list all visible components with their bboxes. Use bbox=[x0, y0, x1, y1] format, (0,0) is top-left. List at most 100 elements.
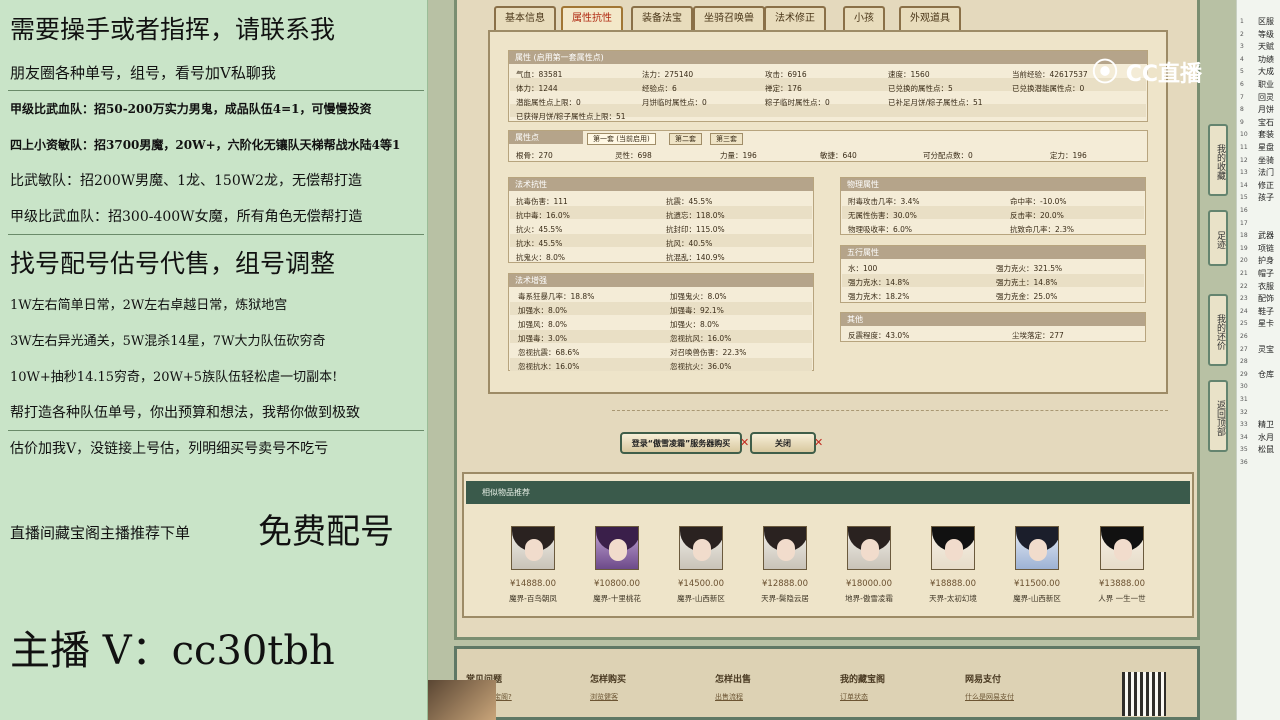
footer-heading: 网易支付 bbox=[965, 675, 1002, 685]
recommend-item[interactable]: ¥10800.00 魔界-十里桃花 bbox=[577, 526, 657, 604]
sheet-row-number: 10 bbox=[1240, 131, 1248, 139]
recommend-item[interactable]: ¥13888.00 人界 一生一世 bbox=[1082, 526, 1162, 604]
sheet-row-number: 14 bbox=[1240, 181, 1248, 189]
recommend-item[interactable]: ¥18000.00 地界-傲雪凌霜 bbox=[829, 526, 909, 604]
stat-zen: 禅定：176 bbox=[765, 84, 802, 93]
item-server: 魔界-十里桃花 bbox=[593, 594, 641, 603]
subtab-set-3[interactable]: 第三套 bbox=[710, 133, 743, 145]
sheet-row-number: 28 bbox=[1240, 358, 1248, 366]
sheet-cell[interactable]: 项链 bbox=[1258, 243, 1274, 254]
sheet-cell[interactable]: 孩子 bbox=[1258, 192, 1274, 203]
tab-spells[interactable]: 法术修正 bbox=[764, 6, 826, 30]
element-cell: 强力克火：321.5% bbox=[996, 264, 1063, 273]
tab-appearance[interactable]: 外观道具 bbox=[899, 6, 961, 30]
sheet-row-number: 13 bbox=[1240, 169, 1248, 177]
sheet-row-number: 12 bbox=[1240, 156, 1248, 164]
recommend-item[interactable]: ¥12888.00 天界-鬓隐云居 bbox=[745, 526, 825, 604]
tab-mounts[interactable]: 坐骑召唤兽 bbox=[693, 6, 765, 30]
sheet-row-number: 9 bbox=[1240, 118, 1244, 126]
sheet-row-number: 18 bbox=[1240, 232, 1248, 240]
my-favorites-button[interactable]: 我的收藏 bbox=[1208, 124, 1228, 196]
stat-stamina: 体力：1244 bbox=[516, 84, 558, 93]
qr-code bbox=[1122, 672, 1166, 716]
sheet-row-number: 30 bbox=[1240, 383, 1248, 391]
stat-exp: 当前经验：42617537 bbox=[1012, 70, 1088, 79]
character-avatar bbox=[511, 526, 555, 570]
tab-child[interactable]: 小孩 bbox=[843, 6, 885, 30]
element-cell: 强力克金：25.0% bbox=[996, 292, 1058, 301]
recommend-item[interactable]: ¥14888.00 魔界-百鸟朝凤 bbox=[493, 526, 573, 604]
sheet-cell[interactable]: 修正 bbox=[1258, 180, 1274, 191]
recommend-item[interactable]: ¥11500.00 魔界-山西新区 bbox=[997, 526, 1077, 604]
sheet-cell[interactable]: 回灵 bbox=[1258, 92, 1274, 103]
sheet-cell[interactable]: 衣服 bbox=[1258, 281, 1274, 292]
sheet-row-number: 11 bbox=[1240, 144, 1248, 151]
logo-text: CC直播 bbox=[1125, 62, 1202, 87]
sheet-row-number: 4 bbox=[1240, 55, 1244, 63]
sheet-row-number: 29 bbox=[1240, 370, 1248, 378]
footer-link[interactable]: 浏览健客 bbox=[590, 692, 618, 702]
footer-heading: 怎样购买 bbox=[590, 675, 627, 685]
buy-on-server-button[interactable]: 登录“傲雪凌霜”服务器购买 bbox=[620, 432, 742, 454]
sheet-cell[interactable]: 星盘 bbox=[1258, 142, 1274, 153]
my-offers-button[interactable]: 我的还价 bbox=[1208, 294, 1228, 366]
tab-equipment[interactable]: 装备法宝 bbox=[631, 6, 693, 30]
close-button[interactable]: 关闭 bbox=[750, 432, 816, 454]
subtab-set-2[interactable]: 第二套 bbox=[669, 133, 702, 145]
sheet-cell[interactable]: 配饰 bbox=[1258, 293, 1274, 304]
recommend-item[interactable]: ¥18888.00 天界-太初幻境 bbox=[913, 526, 993, 604]
footprint-button[interactable]: 足迹 bbox=[1208, 210, 1228, 266]
subtab-set-1[interactable]: 第一套 (当前启用) bbox=[587, 133, 656, 145]
sheet-cell[interactable]: 星卡 bbox=[1258, 318, 1274, 329]
character-avatar bbox=[763, 526, 807, 570]
sheet-row-number: 31 bbox=[1240, 396, 1248, 403]
other-cell: 反震程度：43.0% bbox=[848, 331, 910, 340]
sheet-cell[interactable]: 松鼠 bbox=[1258, 444, 1274, 455]
recommend-item[interactable]: ¥14500.00 魔界-山西新区 bbox=[661, 526, 741, 604]
close-icon: ✕ bbox=[814, 436, 824, 449]
overlay-line: 1W左右简单日常，2W左右卓越日常，炼狱地宫 bbox=[10, 298, 288, 313]
back-to-top-button[interactable]: 返回顶部 bbox=[1208, 380, 1228, 452]
sheet-cell[interactable]: 天赋 bbox=[1258, 41, 1274, 52]
sheet-cell[interactable]: 帽子 bbox=[1258, 268, 1274, 279]
sheet-cell[interactable]: 鞋子 bbox=[1258, 306, 1274, 317]
sheet-cell[interactable]: 灵宝 bbox=[1258, 344, 1274, 355]
element-cell: 强力克木：18.2% bbox=[848, 292, 910, 301]
sheet-cell[interactable]: 武器 bbox=[1258, 230, 1274, 241]
sheet-cell[interactable]: 法门 bbox=[1258, 167, 1274, 178]
sheet-cell[interactable]: 精卫 bbox=[1258, 419, 1274, 430]
sheet-cell[interactable]: 套装 bbox=[1258, 129, 1274, 140]
sheet-cell[interactable]: 仓库 bbox=[1258, 369, 1274, 380]
resist-cell: 抗毒伤害：111 bbox=[516, 197, 568, 206]
sheet-cell[interactable]: 等级 bbox=[1258, 29, 1274, 40]
sheet-cell[interactable]: 职业 bbox=[1258, 79, 1274, 90]
sheet-cell[interactable]: 水月 bbox=[1258, 432, 1274, 443]
overlay-line: 3W左右异光通关，5W混杀14星，7W大力队伍砍穷奇 bbox=[10, 334, 326, 349]
character-avatar bbox=[1015, 526, 1059, 570]
tab-attributes[interactable]: 属性抗性 bbox=[561, 6, 623, 30]
sheet-row-number: 36 bbox=[1240, 459, 1248, 466]
sheet-cell[interactable]: 护身 bbox=[1258, 255, 1274, 266]
stat-hp: 气血：83581 bbox=[516, 70, 563, 79]
sheet-row-number: 8 bbox=[1240, 106, 1244, 114]
stat-mooncake-limit: 已获得月饼/粽子属性点上限：51 bbox=[516, 112, 626, 121]
sheet-cell[interactable]: 功绩 bbox=[1258, 54, 1274, 65]
sheet-cell[interactable]: 宝石 bbox=[1258, 117, 1274, 128]
footer-link[interactable]: 出售流程 bbox=[715, 692, 743, 702]
item-server: 魔界-山西新区 bbox=[1013, 594, 1061, 603]
tab-basic-info[interactable]: 基本信息 bbox=[494, 6, 556, 30]
sheet-row-number: 24 bbox=[1240, 307, 1248, 315]
sheet-cell[interactable]: 坐骑 bbox=[1258, 155, 1274, 166]
resist-cell: 抗水：45.5% bbox=[516, 239, 563, 248]
overlay-line: 帮打造各种队伍单号，你出预算和想法，我帮你做到极致 bbox=[10, 405, 360, 421]
footer-link[interactable]: 订单状态 bbox=[840, 692, 868, 702]
boost-cell: 加强鬼火：8.0% bbox=[670, 292, 727, 301]
footer-link[interactable]: 什么是网易支付 bbox=[965, 692, 1014, 702]
sheet-cell[interactable]: 月饼 bbox=[1258, 104, 1274, 115]
character-avatar bbox=[595, 526, 639, 570]
character-avatar bbox=[931, 526, 975, 570]
sheet-cell[interactable]: 区服 bbox=[1258, 16, 1274, 27]
item-price: ¥14888.00 bbox=[510, 579, 556, 589]
sheet-cell[interactable]: 大成 bbox=[1258, 66, 1274, 77]
character-avatar bbox=[1100, 526, 1144, 570]
